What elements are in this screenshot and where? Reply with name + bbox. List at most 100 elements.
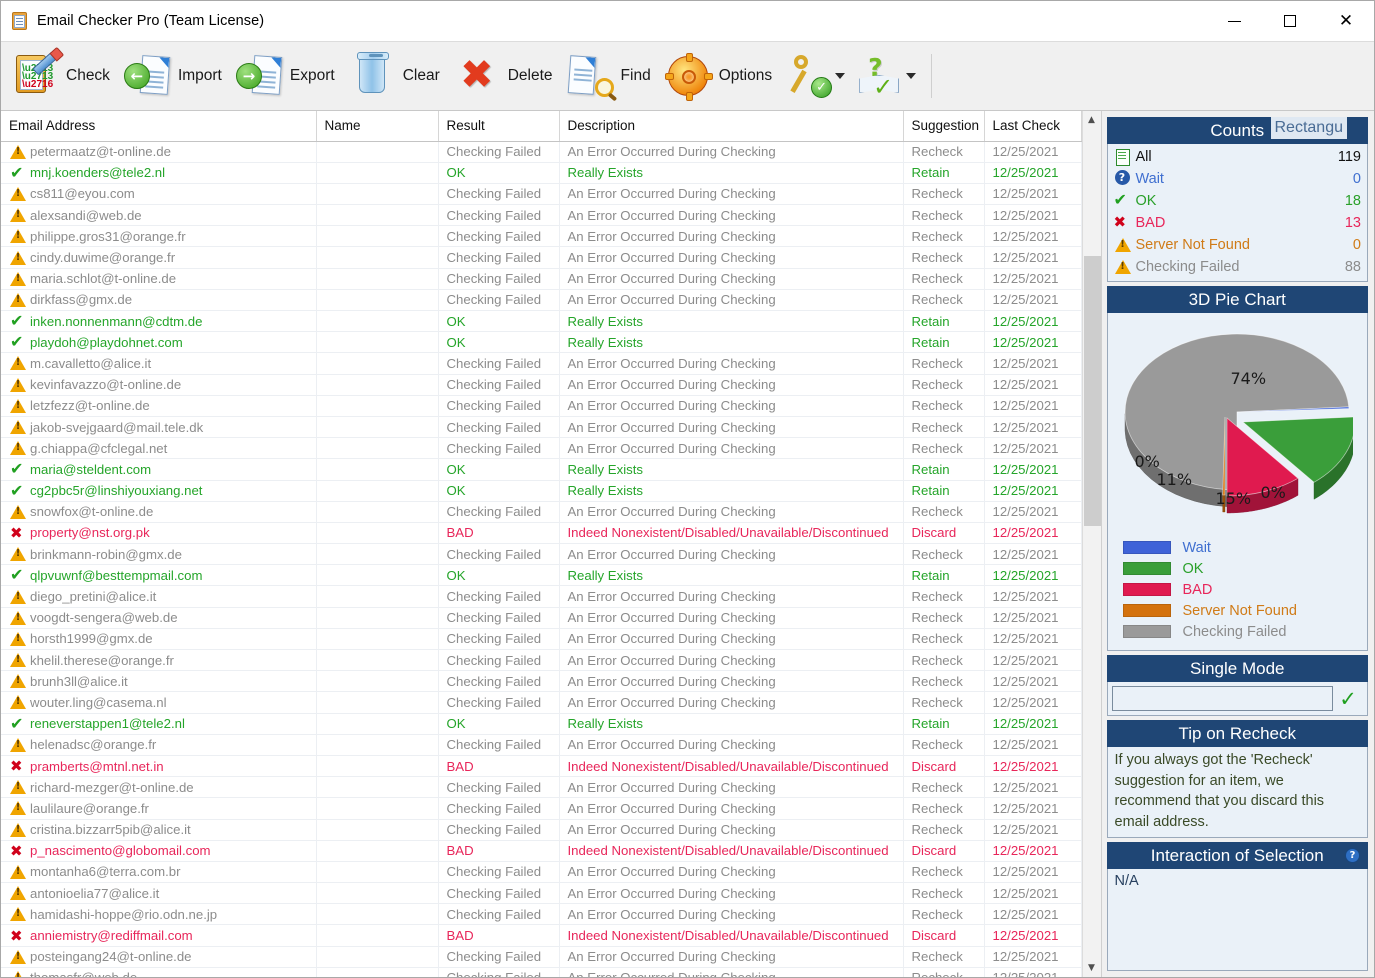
cell-email-address[interactable]: dirkfass@gmx.de bbox=[1, 289, 317, 312]
cell-last-check[interactable]: 12/25/2021 bbox=[984, 649, 1082, 672]
cell-description[interactable]: Really Exists bbox=[559, 564, 904, 587]
cell-name[interactable] bbox=[316, 755, 439, 778]
cell-description[interactable]: An Error Occurred During Checking bbox=[559, 543, 904, 566]
cell-last-check[interactable]: 12/25/2021 bbox=[984, 946, 1082, 968]
column-header-result[interactable]: Result bbox=[438, 111, 560, 142]
cell-description[interactable]: An Error Occurred During Checking bbox=[559, 437, 904, 460]
cell-result[interactable]: Checking Failed bbox=[438, 649, 560, 672]
delete-button[interactable]: ✖ Delete bbox=[449, 45, 562, 107]
cell-email-address[interactable]: letzfezz@t-online.de bbox=[1, 395, 317, 417]
cell-result[interactable]: Checking Failed bbox=[438, 183, 560, 206]
cell-email-address[interactable]: voogdt-sengera@web.de bbox=[1, 607, 317, 629]
cell-description[interactable]: An Error Occurred During Checking bbox=[559, 670, 904, 693]
cell-email-address[interactable]: diego_pretini@alice.it bbox=[1, 585, 317, 608]
cell-last-check[interactable]: 12/25/2021 bbox=[984, 628, 1082, 651]
cell-description[interactable]: An Error Occurred During Checking bbox=[559, 501, 904, 523]
cell-last-check[interactable]: 12/25/2021 bbox=[984, 395, 1082, 417]
cell-name[interactable] bbox=[316, 649, 439, 672]
cell-description[interactable]: An Error Occurred During Checking bbox=[559, 882, 904, 905]
cell-email-address[interactable]: qlpvuwnf@besttempmail.com bbox=[1, 564, 317, 587]
cell-last-check[interactable]: 12/25/2021 bbox=[984, 713, 1082, 735]
cell-last-check[interactable]: 12/25/2021 bbox=[984, 268, 1082, 290]
table-row[interactable]: voogdt-sengera@web.de Checking FailedAn E… bbox=[1, 607, 1082, 629]
check-button[interactable]: \u2713 \u2713 \u2716 Check bbox=[7, 45, 119, 107]
cell-result[interactable]: Checking Failed bbox=[438, 268, 560, 290]
table-row[interactable]: posteingang24@t-online.de Checking Failed… bbox=[1, 946, 1082, 968]
cell-result[interactable]: Checking Failed bbox=[438, 776, 560, 799]
cell-result[interactable]: Checking Failed bbox=[438, 352, 560, 375]
cell-suggestion[interactable]: Recheck bbox=[903, 819, 985, 841]
cell-description[interactable]: An Error Occurred During Checking bbox=[559, 416, 904, 439]
cell-last-check[interactable]: 12/25/2021 bbox=[984, 246, 1082, 269]
single-mode-email-input[interactable] bbox=[1111, 686, 1333, 711]
cell-name[interactable] bbox=[316, 840, 439, 862]
cell-description[interactable]: An Error Occurred During Checking bbox=[559, 691, 904, 714]
cell-name[interactable] bbox=[316, 585, 439, 608]
cell-result[interactable]: Checking Failed bbox=[438, 946, 560, 968]
cell-result[interactable]: Checking Failed bbox=[438, 797, 560, 820]
cell-last-check[interactable]: 12/25/2021 bbox=[984, 437, 1082, 460]
table-row[interactable]: khelil.therese@orange.fr Checking FailedA… bbox=[1, 649, 1082, 672]
table-row[interactable]: m.cavalletto@alice.it Checking FailedAn E… bbox=[1, 352, 1082, 375]
cell-name[interactable] bbox=[316, 607, 439, 629]
cell-suggestion[interactable]: Discard bbox=[903, 755, 985, 778]
cell-name[interactable] bbox=[316, 543, 439, 566]
cell-name[interactable] bbox=[316, 374, 439, 396]
cell-email-address[interactable]: posteingang24@t-online.de bbox=[1, 946, 317, 968]
cell-suggestion[interactable]: Recheck bbox=[903, 246, 985, 269]
cell-email-address[interactable]: helenadsc@orange.fr bbox=[1, 734, 317, 756]
cell-suggestion[interactable]: Recheck bbox=[903, 776, 985, 799]
table-row[interactable]: cg2pbc5r@linshiyouxiang.net OKReally Exis… bbox=[1, 480, 1082, 502]
cell-email-address[interactable]: khelil.therese@orange.fr bbox=[1, 649, 317, 672]
table-row[interactable]: wouter.ling@casema.nl Checking FailedAn E… bbox=[1, 691, 1082, 714]
cell-email-address[interactable]: thomasfr@web.de bbox=[1, 967, 317, 977]
cell-name[interactable] bbox=[316, 141, 439, 163]
count-row-server-not-found[interactable]: Server Not Found 0 bbox=[1114, 234, 1362, 256]
cell-name[interactable] bbox=[316, 628, 439, 651]
cell-name[interactable] bbox=[316, 204, 439, 227]
cell-email-address[interactable]: jakob-svejgaard@mail.tele.dk bbox=[1, 416, 317, 439]
table-row[interactable]: cindy.duwime@orange.fr Checking FailedAn … bbox=[1, 246, 1082, 269]
cell-suggestion[interactable]: Recheck bbox=[903, 374, 985, 396]
help-dropdown-button[interactable]: ? ✓ bbox=[852, 45, 923, 107]
cell-suggestion[interactable]: Discard bbox=[903, 924, 985, 947]
chevron-down-icon[interactable] bbox=[835, 73, 846, 79]
cell-name[interactable] bbox=[316, 670, 439, 693]
table-row[interactable]: mnj.koenders@tele2.nl OKReally ExistsReta… bbox=[1, 162, 1082, 184]
cell-suggestion[interactable]: Recheck bbox=[903, 204, 985, 227]
column-header-suggestion[interactable]: Suggestion bbox=[903, 111, 985, 142]
cell-result[interactable]: OK bbox=[438, 331, 560, 354]
cell-last-check[interactable]: 12/25/2021 bbox=[984, 585, 1082, 608]
cell-suggestion[interactable]: Retain bbox=[903, 713, 985, 735]
cell-last-check[interactable]: 12/25/2021 bbox=[984, 416, 1082, 439]
cell-description[interactable]: An Error Occurred During Checking bbox=[559, 289, 904, 312]
cell-name[interactable] bbox=[316, 437, 439, 460]
column-header-name[interactable]: Name bbox=[316, 111, 439, 142]
cell-name[interactable] bbox=[316, 352, 439, 375]
cell-description[interactable]: An Error Occurred During Checking bbox=[559, 268, 904, 290]
cell-description[interactable]: An Error Occurred During Checking bbox=[559, 246, 904, 269]
scrollbar-thumb[interactable] bbox=[1083, 256, 1101, 526]
table-row[interactable]: brunh3ll@alice.it Checking FailedAn Error… bbox=[1, 670, 1082, 693]
cell-last-check[interactable]: 12/25/2021 bbox=[984, 225, 1082, 248]
cell-result[interactable]: OK bbox=[438, 310, 560, 333]
cell-last-check[interactable]: 12/25/2021 bbox=[984, 797, 1082, 820]
cell-email-address[interactable]: m.cavalletto@alice.it bbox=[1, 352, 317, 375]
cell-description[interactable]: An Error Occurred During Checking bbox=[559, 819, 904, 841]
cell-last-check[interactable]: 12/25/2021 bbox=[984, 501, 1082, 523]
cell-name[interactable] bbox=[316, 819, 439, 841]
cell-result[interactable]: OK bbox=[438, 480, 560, 502]
chevron-down-icon[interactable] bbox=[906, 73, 917, 79]
cell-name[interactable] bbox=[316, 310, 439, 333]
cell-description[interactable]: An Error Occurred During Checking bbox=[559, 352, 904, 375]
cell-email-address[interactable]: pramberts@mtnl.net.in bbox=[1, 755, 317, 778]
cell-last-check[interactable]: 12/25/2021 bbox=[984, 670, 1082, 693]
cell-description[interactable]: Indeed Nonexistent/Disabled/Unavailable/… bbox=[559, 840, 904, 862]
close-button[interactable]: ✕ bbox=[1318, 1, 1374, 41]
cell-last-check[interactable]: 12/25/2021 bbox=[984, 755, 1082, 778]
pie-chart-canvas[interactable]: 74% 11% 0% 15% 0% bbox=[1113, 317, 1363, 535]
cell-description[interactable]: Really Exists bbox=[559, 331, 904, 354]
table-row[interactable]: jakob-svejgaard@mail.tele.dk Checking Fai… bbox=[1, 416, 1082, 439]
table-row[interactable]: playdoh@playdohnet.com OKReally ExistsRet… bbox=[1, 331, 1082, 354]
cell-description[interactable]: Really Exists bbox=[559, 480, 904, 502]
